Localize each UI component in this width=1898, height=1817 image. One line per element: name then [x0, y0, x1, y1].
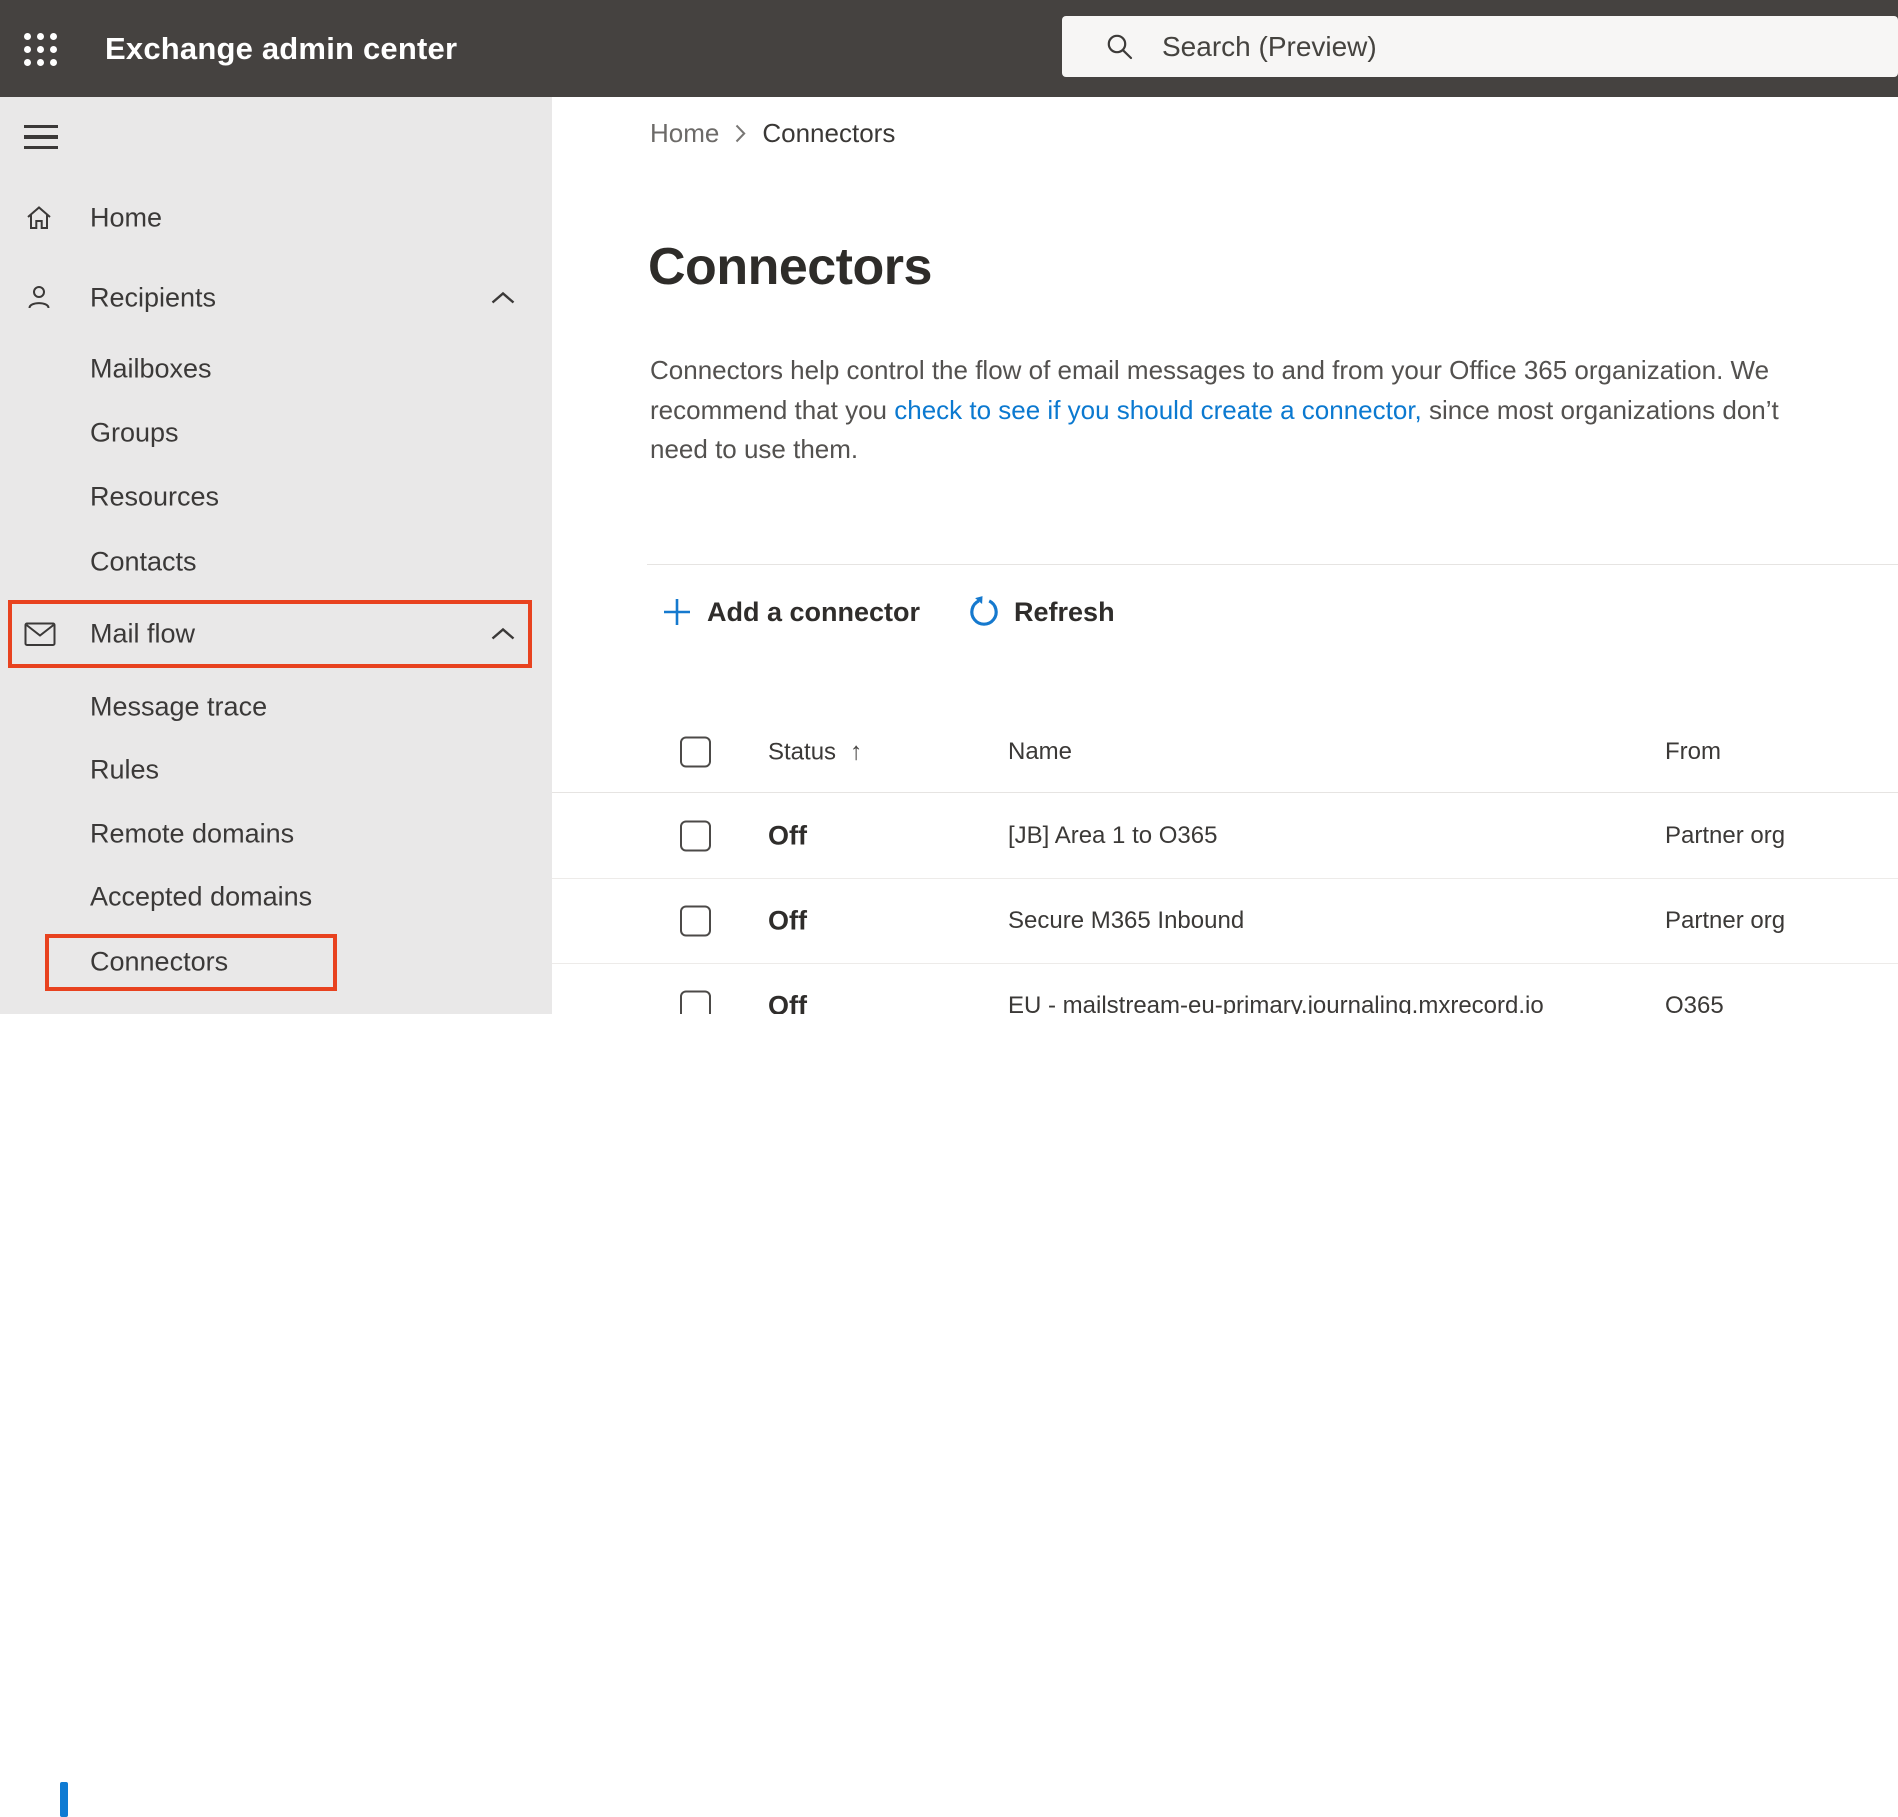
sidebar-item-accepted-domains[interactable]: Accepted domains	[0, 869, 552, 925]
breadcrumb-home-link[interactable]: Home	[650, 118, 719, 149]
row-checkbox[interactable]	[680, 990, 711, 1014]
sidebar-item-home[interactable]: Home	[0, 190, 552, 246]
row-checkbox[interactable]	[680, 820, 711, 851]
row-from: O365	[1665, 991, 1724, 1015]
column-header-name[interactable]: Name	[1008, 738, 1072, 766]
sidebar-item-label: Groups	[90, 417, 179, 448]
row-status: Off	[768, 820, 807, 850]
sidebar-item-label: Recipients	[90, 282, 217, 313]
app-title: Exchange admin center	[105, 30, 458, 66]
sidebar-nav: Home Recipients Mailboxes Groups Resourc…	[0, 97, 552, 1817]
refresh-button[interactable]: Refresh	[966, 594, 1115, 630]
person-icon	[24, 282, 56, 314]
sidebar-item-label: Mail flow	[90, 618, 196, 649]
envelope-icon	[24, 618, 56, 650]
row-from: Partner org	[1665, 906, 1786, 934]
description-line: need to use them.	[650, 434, 859, 464]
add-connector-button[interactable]: Add a connector	[662, 597, 920, 628]
description-line: recommend that you check to see if you s…	[650, 391, 1779, 431]
breadcrumb-chevron-icon	[734, 123, 747, 144]
sidebar-item-label: Rules	[90, 754, 160, 785]
table-row[interactable]: Off [JB] Area 1 to O365 Partner org	[552, 793, 1898, 879]
sidebar-item-connectors[interactable]: Connectors	[0, 934, 552, 1817]
table-row[interactable]: Off Secure M365 Inbound Partner org	[552, 878, 1898, 964]
add-connector-label: Add a connector	[707, 596, 921, 627]
app-launcher-button[interactable]	[16, 25, 64, 73]
sidebar-item-rules[interactable]: Rules	[0, 742, 552, 798]
search-box[interactable]	[1062, 16, 1898, 77]
sidebar-item-label: Home	[90, 202, 163, 233]
row-checkbox[interactable]	[680, 905, 711, 936]
hamburger-icon	[24, 124, 58, 150]
table-row[interactable]: Off EU - mailstream-eu-primary.journalin…	[552, 963, 1898, 1014]
plus-icon	[662, 597, 692, 627]
row-name[interactable]: [JB] Area 1 to O365	[1008, 822, 1217, 850]
column-header-from[interactable]: From	[1665, 738, 1721, 766]
sidebar-item-label: Accepted domains	[90, 881, 313, 912]
refresh-label: Refresh	[1014, 596, 1115, 627]
sidebar-item-resources[interactable]: Resources	[0, 469, 552, 525]
column-header-status[interactable]: Status ↑	[768, 738, 863, 767]
sidebar-item-label: Mailboxes	[90, 353, 212, 384]
toolbar: Add a connector Refresh	[662, 589, 1115, 635]
select-all-checkbox[interactable]	[680, 736, 711, 768]
search-input[interactable]	[1160, 29, 1804, 64]
description-text: since most organizations don’t	[1421, 394, 1779, 425]
home-icon	[24, 202, 56, 234]
table-header-row: Status ↑ Name From	[552, 712, 1898, 793]
sort-ascending-icon: ↑	[850, 737, 863, 766]
row-from: Partner org	[1665, 821, 1786, 849]
chevron-up-icon	[490, 291, 516, 305]
sidebar-item-label: Remote domains	[90, 818, 295, 849]
top-bar: Exchange admin center	[0, 0, 1898, 97]
sidebar-item-recipients[interactable]: Recipients	[0, 270, 552, 326]
toolbar-divider	[647, 564, 1898, 565]
description-line: Connectors help control the flow of emai…	[650, 355, 1770, 385]
sidebar-item-message-trace[interactable]: Message trace	[0, 679, 552, 735]
chevron-up-icon	[490, 627, 516, 641]
sidebar-item-remote-domains[interactable]: Remote domains	[0, 806, 552, 862]
row-status: Off	[768, 990, 807, 1014]
sidebar-item-groups[interactable]: Groups	[0, 405, 552, 461]
create-connector-link[interactable]: check to see if you should create a conn…	[894, 395, 1422, 425]
sidebar-item-contacts[interactable]: Contacts	[0, 534, 552, 590]
sidebar-item-label: Contacts	[90, 546, 197, 577]
description-text: recommend that you	[650, 394, 895, 425]
refresh-icon	[966, 594, 1002, 630]
search-icon	[1104, 31, 1136, 63]
breadcrumb-current: Connectors	[762, 117, 896, 148]
column-header-label: Status	[768, 738, 837, 766]
sidebar-item-mailboxes[interactable]: Mailboxes	[0, 341, 552, 397]
page-description: Connectors help control the flow of emai…	[650, 351, 1779, 470]
row-name[interactable]: Secure M365 Inbound	[1008, 907, 1244, 935]
main-content: Home Connectors Connectors Connectors he…	[552, 97, 1898, 1014]
selection-indicator	[60, 1782, 68, 1817]
breadcrumb: Home Connectors	[650, 113, 895, 153]
sidebar-item-label: Message trace	[90, 691, 268, 722]
sidebar-item-label: Connectors	[90, 946, 229, 977]
sidebar-item-mail-flow[interactable]: Mail flow	[0, 606, 552, 662]
row-status: Off	[768, 905, 807, 935]
waffle-grid-icon	[23, 32, 57, 66]
sidebar-item-label: Resources	[90, 481, 220, 512]
nav-collapse-button[interactable]	[0, 109, 80, 165]
row-name[interactable]: EU - mailstream-eu-primary.journaling.mx…	[1008, 992, 1544, 1015]
page-title: Connectors	[648, 238, 932, 296]
